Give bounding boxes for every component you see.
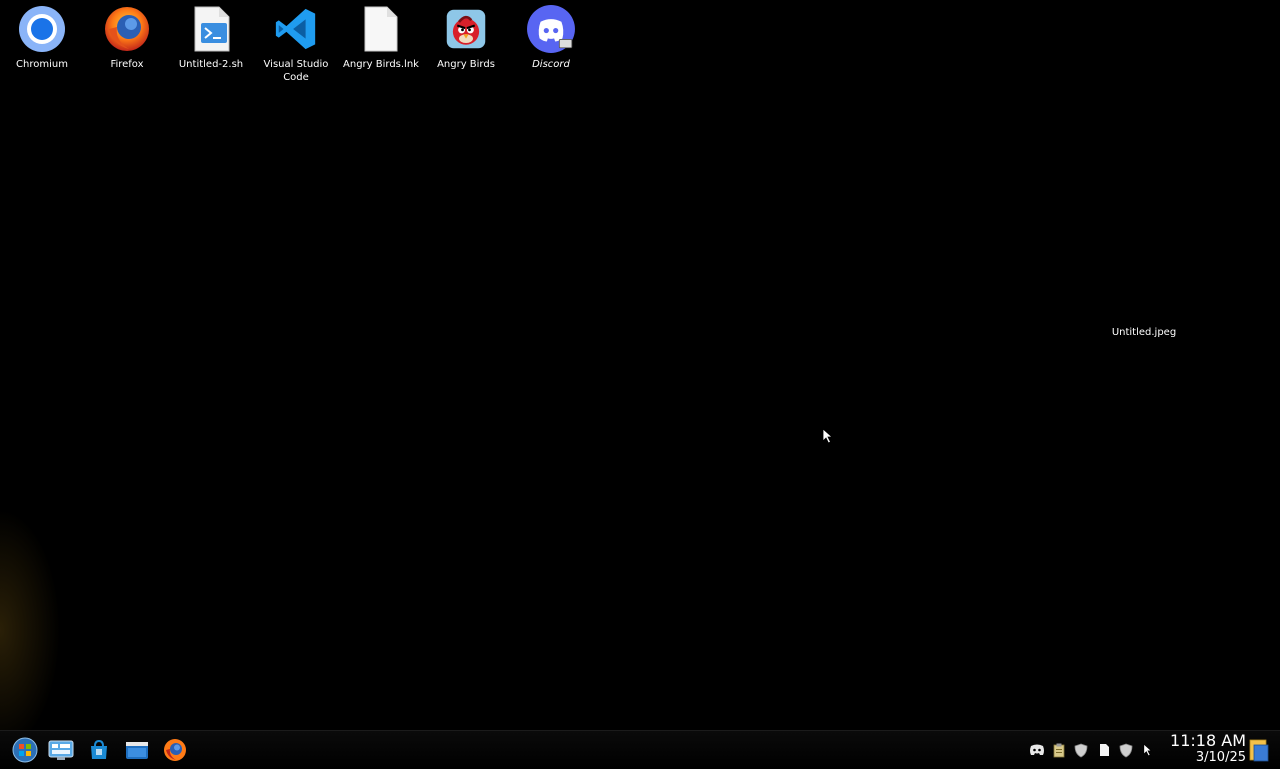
desktop-icon-untitled-sh[interactable]: Untitled-2.sh [169, 4, 253, 71]
firefox-icon [102, 4, 152, 54]
show-desktop-icon[interactable] [1248, 737, 1270, 763]
desktop-icon-label: Chromium [16, 59, 68, 70]
cursor-icon[interactable] [1139, 741, 1157, 759]
desktop-icon-label: Untitled-2.sh [178, 59, 244, 70]
desktop-icon-vscode[interactable]: Visual Studio Code [254, 4, 338, 84]
desktop-icon-chromium[interactable]: Chromium [0, 4, 84, 71]
discord-icon [526, 4, 576, 54]
clock[interactable]: 11:18 AM 3/10/25 [1158, 731, 1246, 766]
chromium-icon [17, 4, 67, 54]
control-panel-icon[interactable] [46, 735, 76, 765]
desktop-icon-label: Firefox [110, 59, 144, 70]
desktop-icon-label: Angry Birds [437, 59, 495, 70]
shell-script-icon [186, 4, 236, 54]
start-orb-icon[interactable] [10, 735, 40, 765]
desktop-icon-label: Visual Studio Code [263, 59, 329, 83]
desktop-icon-firefox[interactable]: Firefox [85, 4, 169, 71]
store-icon[interactable] [84, 735, 114, 765]
vscode-icon [271, 4, 321, 54]
file-manager-icon[interactable] [122, 735, 152, 765]
taskbar: 11:18 AM 3/10/25 [0, 730, 1280, 769]
discord-icon[interactable] [1028, 741, 1046, 759]
desktop-icon-label: Angry Birds.lnk [343, 59, 419, 70]
desktop[interactable]: Chromium Firefox Untitled-2.sh Visual St… [0, 0, 1280, 730]
mouse-pointer-icon [822, 428, 834, 448]
document-icon[interactable] [1095, 741, 1113, 759]
shield-icon[interactable] [1072, 741, 1090, 759]
desktop-icon-angry-birds[interactable]: Angry Birds [424, 4, 508, 71]
desktop-icon-angry-birds-lnk[interactable]: Angry Birds.lnk [339, 4, 423, 71]
clock-date: 3/10/25 [1195, 750, 1246, 765]
blank-file-icon [356, 4, 406, 54]
desktop-icon-label: Discord [532, 59, 570, 70]
clock-time: 11:18 AM [1170, 731, 1246, 750]
firefox-icon[interactable] [160, 735, 190, 765]
angry-birds-icon [441, 4, 491, 54]
desktop-icon-discord[interactable]: Discord [509, 4, 593, 71]
desktop-file-untitled-jpeg[interactable]: Untitled.jpeg [1104, 327, 1184, 338]
shield-icon[interactable] [1117, 741, 1135, 759]
clipboard-icon[interactable] [1050, 741, 1068, 759]
